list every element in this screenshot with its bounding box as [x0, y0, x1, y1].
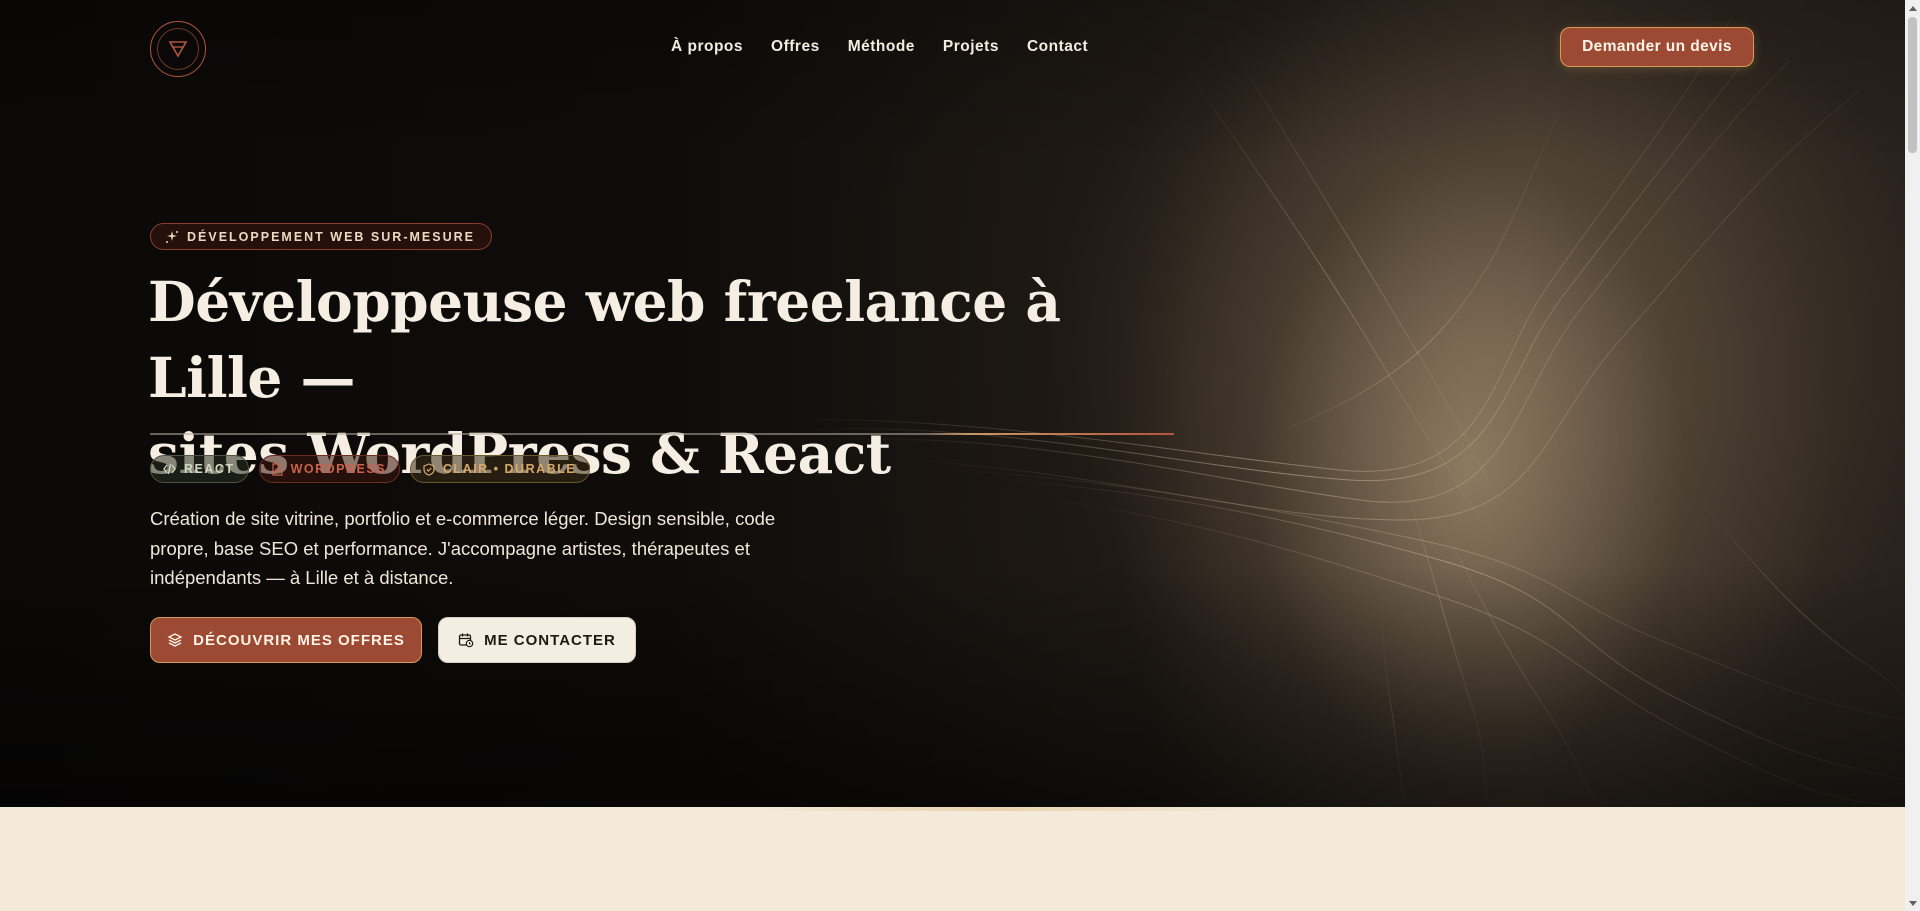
hero-section: À propos Offres Méthode Projets Contact …	[0, 0, 1905, 807]
discover-offers-label: DÉCOUVRIR MES OFFRES	[193, 631, 405, 649]
hero-lead-text: Création de site vitrine, portfolio et e…	[150, 508, 776, 588]
shield-icon	[423, 462, 435, 476]
calendar-clock-icon	[458, 632, 474, 648]
tag-clair-durable: CLAIR • DURABLE	[410, 455, 591, 483]
vertical-scrollbar[interactable]	[1905, 0, 1920, 911]
tag-react: REACT	[150, 455, 249, 483]
brand-logo[interactable]	[150, 21, 206, 77]
section-glow-line	[750, 807, 1250, 811]
tag-react-label: REACT	[184, 462, 235, 476]
nav-item-methode[interactable]: Méthode	[848, 38, 915, 56]
eyebrow-text: DÉVELOPPEMENT WEB SUR-MESURE	[187, 229, 475, 244]
scroll-down-arrow-icon[interactable]	[1905, 896, 1920, 911]
request-quote-button[interactable]: Demander un devis	[1560, 27, 1754, 67]
nav-item-a-propos[interactable]: À propos	[671, 38, 743, 56]
sparkles-icon	[165, 230, 179, 244]
scrollbar-thumb[interactable]	[1908, 17, 1917, 153]
logo-emblem	[157, 28, 199, 70]
nav-item-offres[interactable]: Offres	[771, 38, 820, 56]
eyebrow-badge: DÉVELOPPEMENT WEB SUR-MESURE	[150, 223, 492, 250]
next-section	[0, 807, 1905, 911]
nav-item-contact[interactable]: Contact	[1027, 38, 1088, 56]
main-nav: À propos Offres Méthode Projets Contact	[671, 38, 1088, 56]
document-icon	[271, 462, 283, 476]
nav-item-projets[interactable]: Projets	[943, 38, 999, 56]
contact-me-button[interactable]: ME CONTACTER	[438, 617, 636, 663]
tech-tags: REACT WORDPRESS CLAIR • DURABLE	[150, 455, 591, 483]
tag-wordpress: WORDPRESS	[258, 455, 401, 483]
tag-clair-durable-label: CLAIR • DURABLE	[443, 462, 577, 476]
tag-wordpress-label: WORDPRESS	[290, 462, 387, 476]
discover-offers-button[interactable]: DÉCOUVRIR MES OFFRES	[150, 617, 422, 663]
contact-me-label: ME CONTACTER	[484, 631, 616, 649]
layers-icon	[167, 632, 183, 648]
scroll-up-arrow-icon[interactable]	[1905, 0, 1920, 15]
title-divider	[150, 433, 1174, 435]
triangle-logo-icon	[168, 41, 188, 58]
hero-title-line-1: Développeuse web freelance à Lille —	[148, 269, 1061, 410]
code-icon	[163, 463, 176, 475]
